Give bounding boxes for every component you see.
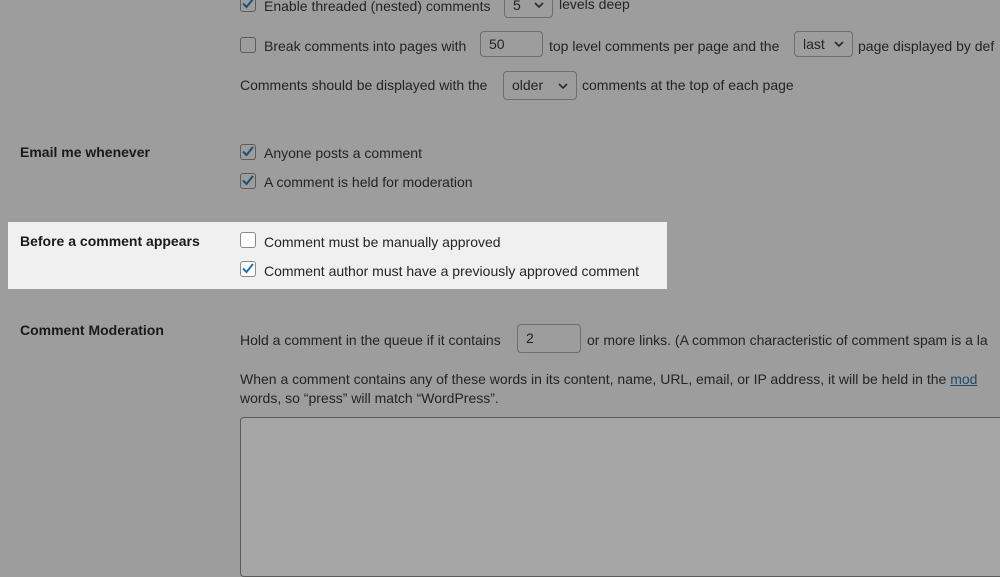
chevron-down-icon: [834, 41, 844, 48]
email-anyone-posts-checkbox[interactable]: [240, 144, 256, 160]
moderation-keys-textarea[interactable]: [240, 417, 1000, 577]
email-held-moderation-checkbox[interactable]: [240, 173, 256, 189]
moderation-keys-description-line2: words, so “press” will match “WordPress”…: [240, 390, 499, 406]
manually-approved-label: Comment must be manually approved: [264, 234, 501, 250]
order-prefix: Comments should be displayed with the: [240, 77, 488, 93]
break-pages-checkbox[interactable]: [240, 37, 256, 53]
chevron-down-icon: [534, 2, 544, 9]
comment-order-select[interactable]: older: [503, 71, 577, 100]
comment-moderation-heading: Comment Moderation: [20, 322, 164, 338]
comments-per-page-input[interactable]: 50: [480, 31, 543, 57]
email-me-heading: Email me whenever: [20, 144, 150, 160]
paging-middle-text: top level comments per page and the: [549, 38, 780, 54]
default-page-value: last: [803, 36, 825, 52]
break-pages-label: Break comments into pages with: [264, 38, 467, 54]
paging-suffix: page displayed by def: [858, 38, 995, 54]
threaded-comments-label: Enable threaded (nested) comments: [264, 0, 491, 14]
checkmark-icon: [242, 146, 254, 157]
manually-approved-checkbox[interactable]: [240, 232, 256, 248]
checkmark-icon: [242, 0, 254, 9]
default-page-select[interactable]: last: [794, 31, 853, 57]
email-held-moderation-label: A comment is held for moderation: [264, 174, 473, 190]
threaded-comments-checkbox[interactable]: [240, 0, 256, 12]
before-comment-appears-highlight: Before a comment appears Comment must be…: [8, 222, 667, 289]
max-links-input[interactable]: 2: [517, 324, 581, 353]
email-anyone-posts-label: Anyone posts a comment: [264, 145, 422, 161]
thread-depth-suffix: levels deep: [559, 0, 630, 12]
moderation-queue-link[interactable]: mod: [950, 371, 977, 387]
thread-depth-select[interactable]: 5: [504, 0, 553, 18]
previously-approved-label: Comment author must have a previously ap…: [264, 263, 640, 279]
before-appears-heading: Before a comment appears: [20, 233, 200, 249]
hold-links-prefix: Hold a comment in the queue if it contai…: [240, 332, 501, 348]
chevron-down-icon: [558, 83, 568, 90]
thread-depth-value: 5: [513, 0, 521, 13]
moderation-keys-description: When a comment contains any of these wor…: [240, 370, 977, 388]
previously-approved-checkbox[interactable]: [240, 261, 256, 277]
moderation-keys-text: When a comment contains any of these wor…: [240, 371, 951, 387]
comment-order-value: older: [512, 77, 544, 93]
checkmark-icon: [242, 263, 254, 274]
checkmark-icon: [242, 175, 254, 186]
order-suffix: comments at the top of each page: [582, 77, 794, 93]
hold-links-suffix: or more links. (A common characteristic …: [587, 332, 988, 348]
